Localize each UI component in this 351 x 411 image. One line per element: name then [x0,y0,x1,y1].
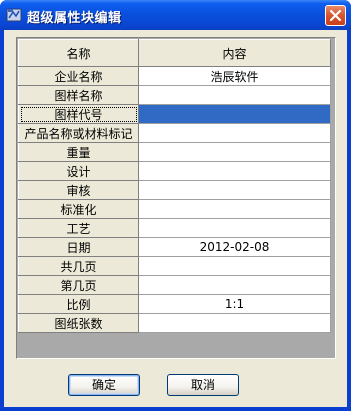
table-row[interactable]: 企业名称 浩辰软件 [18,66,331,86]
attribute-name-cell[interactable]: 共几页 [18,256,139,276]
attribute-value-cell[interactable]: 1:1 [138,294,331,314]
dialog-window: 超级属性块编辑 名称 内容 企业名称 浩辰软件 图样名称 图样代号 产品名称或材料标记重… [0,0,351,411]
attribute-name-cell[interactable]: 企业名称 [18,66,139,86]
attribute-name-cell[interactable]: 产品名称或材料标记 [18,123,139,143]
attribute-value-cell[interactable] [138,104,331,124]
attribute-value-cell[interactable] [138,161,331,181]
attribute-name-cell[interactable]: 审核 [18,180,139,200]
table-row[interactable]: 日期 2012-02-08 [18,237,331,257]
table-row[interactable]: 图纸张数 [18,313,331,333]
table-row[interactable]: 重量 [18,142,331,162]
column-header-name[interactable]: 名称 [18,39,139,67]
title-bar[interactable]: 超级属性块编辑 [0,0,351,30]
attribute-value-cell[interactable] [138,180,331,200]
attribute-name-cell[interactable]: 图样代号 [18,104,139,124]
ok-button[interactable]: 确定 [68,374,140,396]
attribute-name-cell[interactable]: 标准化 [18,199,139,219]
attribute-grid-body: 名称 内容 企业名称 浩辰软件 图样名称 图样代号 产品名称或材料标记 重量 设计 审核 标准化… [18,39,332,349]
attribute-value-cell[interactable] [138,218,331,238]
close-button[interactable] [325,5,346,26]
attribute-name-cell[interactable]: 图样名称 [18,85,139,105]
table-row[interactable]: 共几页 [18,256,331,276]
attribute-value-cell[interactable] [138,123,331,143]
close-icon [329,9,342,22]
table-row[interactable]: 工艺 [18,218,331,238]
attribute-value-cell[interactable] [138,85,331,105]
attribute-value-cell[interactable]: 浩辰软件 [138,66,331,86]
attribute-value-cell[interactable] [138,199,331,219]
table-row[interactable]: 图样名称 [18,85,331,105]
window-title: 超级属性块编辑 [27,11,122,26]
attribute-name-cell[interactable]: 比例 [18,294,139,314]
attribute-name-cell[interactable]: 日期 [18,237,139,257]
attribute-value-cell[interactable] [138,256,331,276]
table-row[interactable]: 图样代号 [18,104,331,124]
attribute-name-cell[interactable]: 图纸张数 [18,313,139,333]
attribute-table: 名称 内容 企业名称 浩辰软件 图样名称 图样代号 产品名称或材料标记 重量 设计 审核 标准化… [18,39,331,333]
attribute-value-cell[interactable] [138,142,331,162]
attribute-grid[interactable]: 名称 内容 企业名称 浩辰软件 图样名称 图样代号 产品名称或材料标记 重量 设计 审核 标准化… [16,37,336,359]
table-row[interactable]: 第几页 [18,275,331,295]
cancel-button[interactable]: 取消 [167,374,239,396]
attribute-name-cell[interactable]: 第几页 [18,275,139,295]
app-icon[interactable] [6,7,22,23]
table-row[interactable]: 产品名称或材料标记 [18,123,331,143]
table-row[interactable]: 比例 1:1 [18,294,331,314]
table-row[interactable]: 审核 [18,180,331,200]
attribute-name-cell[interactable]: 工艺 [18,218,139,238]
column-header-value[interactable]: 内容 [138,39,331,67]
table-row[interactable]: 设计 [18,161,331,181]
dialog-client-area: 名称 内容 企业名称 浩辰软件 图样名称 图样代号 产品名称或材料标记 重量 设计 审核 标准化… [4,30,347,407]
attribute-value-cell[interactable]: 2012-02-08 [138,237,331,257]
attribute-value-cell[interactable] [138,313,331,333]
attribute-name-cell[interactable]: 重量 [18,142,139,162]
attribute-value-cell[interactable] [138,275,331,295]
grid-header-row: 名称 内容 [18,39,331,67]
table-row[interactable]: 标准化 [18,199,331,219]
attribute-name-cell[interactable]: 设计 [18,161,139,181]
